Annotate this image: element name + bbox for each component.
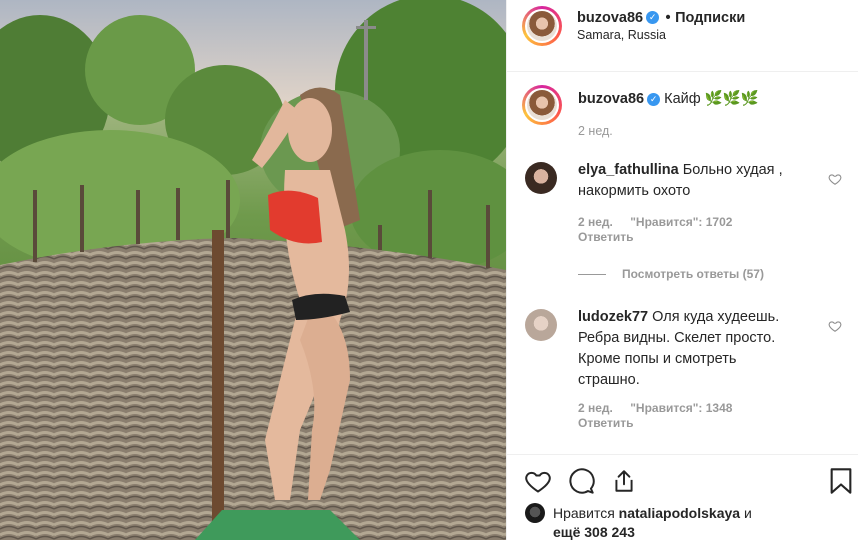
comment-likes[interactable]: "Нравится": 1702 (630, 215, 732, 229)
comment-avatar[interactable] (525, 309, 557, 341)
photo-illustration (0, 0, 506, 540)
post-photo[interactable] (0, 0, 506, 540)
comment-text-line: Ребра видны. Скелет просто. (578, 330, 776, 346)
view-replies-button[interactable]: Посмотреть ответы (57) (622, 267, 764, 281)
comment-text-line: страшно. (578, 372, 640, 388)
comment-meta: 2 нед. "Нравится": 1702 (578, 215, 732, 229)
author-username[interactable]: buzova86 (577, 10, 643, 26)
bookmark-icon[interactable] (829, 467, 853, 495)
caption-avatar[interactable] (522, 85, 562, 125)
comment-body: elya_fathullina Больно худая , накормить… (578, 160, 818, 202)
verified-icon: ✓ (647, 92, 661, 106)
view-replies-line (578, 274, 606, 275)
comment-body: ludozek77 Оля куда худеешь. Ребра видны.… (578, 307, 838, 391)
likes-conj: и (743, 505, 752, 521)
comment-text-line: Кроме попы и смотреть (578, 351, 737, 367)
heart-icon[interactable] (524, 467, 552, 495)
actions-divider (507, 454, 858, 455)
comment-username[interactable]: elya_fathullina (578, 162, 679, 178)
caption-text: Кайф 🌿🌿🌿 (664, 91, 759, 107)
comment-time[interactable]: 2 нед. (578, 401, 613, 415)
comment-text-line: Больно худая , (682, 162, 783, 178)
author-avatar[interactable] (522, 6, 562, 46)
post-side-panel: buzova86 ✓ • Подписки Samara, Russia buzo… (506, 0, 858, 540)
comment-username[interactable]: ludozek77 (578, 309, 648, 325)
comment-like-heart-icon[interactable] (828, 172, 842, 186)
comment-avatar[interactable] (525, 162, 557, 194)
verified-icon: ✓ (646, 11, 660, 25)
likes-prefix: Нравится (553, 505, 615, 521)
caption: buzova86 ✓ Кайф 🌿🌿🌿 (578, 89, 759, 110)
post-location[interactable]: Samara, Russia (577, 28, 666, 42)
likes-summary: Нравится nataliapodolskaya и ещё 308 243 (553, 504, 843, 542)
follow-status-button[interactable]: Подписки (675, 10, 745, 26)
header-line: buzova86 ✓ • Подписки (577, 9, 745, 27)
header-separator: • (665, 10, 671, 26)
comment-icon[interactable] (567, 467, 595, 495)
comment-text-line: накормить охото (578, 183, 691, 199)
comment-likes[interactable]: "Нравится": 1348 (630, 401, 732, 415)
share-icon[interactable] (611, 467, 637, 495)
reply-button[interactable]: Ответить (578, 416, 633, 430)
comment-time[interactable]: 2 нед. (578, 215, 613, 229)
likes-count-button[interactable]: ещё 308 243 (553, 524, 635, 540)
caption-username[interactable]: buzova86 (578, 91, 644, 107)
comment-text-line: Оля куда худеешь. (652, 309, 780, 325)
caption-time[interactable]: 2 нед. (578, 124, 613, 138)
reply-button[interactable]: Ответить (578, 230, 633, 244)
comment-meta: 2 нед. "Нравится": 1348 (578, 401, 732, 415)
post-header: buzova86 ✓ • Подписки Samara, Russia (507, 0, 858, 72)
comment-like-heart-icon[interactable] (828, 319, 842, 333)
liker-username[interactable]: nataliapodolskaya (619, 505, 740, 521)
liker-avatar[interactable] (525, 503, 545, 523)
